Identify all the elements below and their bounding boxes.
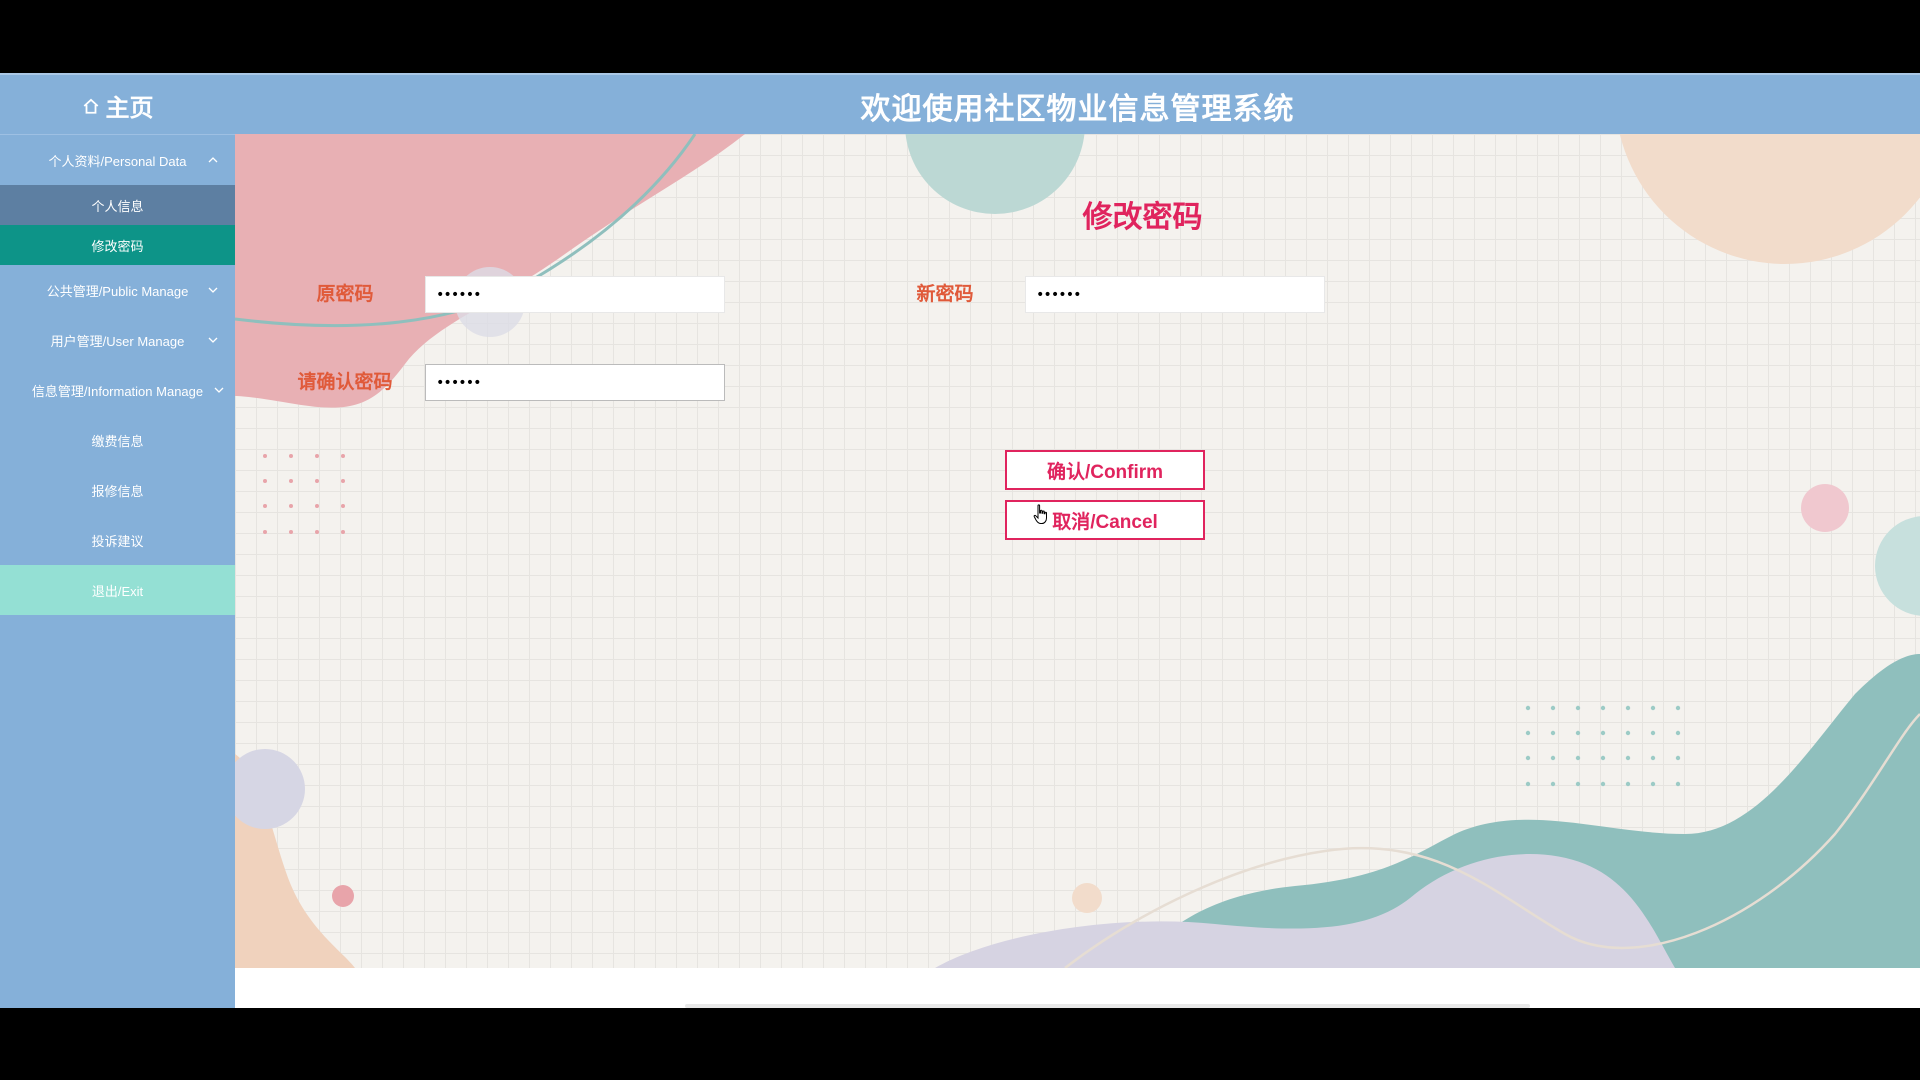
personal-data-submenu: 个人信息 修改密码 [0,185,235,265]
sidebar-item-complaints[interactable]: 投诉建议 [0,515,235,565]
chevron-down-icon [208,287,218,293]
sidebar-subitem-change-password[interactable]: 修改密码 [0,225,235,265]
sidebar-item-public-manage[interactable]: 公共管理/Public Manage [0,265,235,315]
old-password-label: 原密码 [316,283,374,305]
sidebar-subitem-personal-info[interactable]: 个人信息 [0,185,235,225]
sidebar-item-user-manage[interactable]: 用户管理/User Manage [0,315,235,365]
sidebar-item-label: 用户管理/User Manage [50,333,185,349]
home-label: 主页 [105,94,154,122]
content-footer-area [235,968,1920,1008]
sidebar-item-payment-info[interactable]: 缴费信息 [0,415,235,465]
hand-cursor-icon [1033,504,1047,524]
horizontal-scrollbar[interactable] [685,1004,1530,1008]
old-password-input[interactable] [425,276,725,313]
chevron-down-icon [214,387,224,393]
confirm-password-input[interactable] [425,364,725,401]
top-header: 主页 欢迎使用社区物业信息管理系统 [0,73,1920,134]
sidebar-item-exit[interactable]: 退出/Exit [0,565,235,615]
confirm-password-label: 请确认密码 [297,371,393,393]
home-link[interactable]: 主页 [0,75,235,136]
app-viewport: 主页 欢迎使用社区物业信息管理系统 个人资料/Personal Data 个人信… [0,73,1920,1008]
sidebar: 个人资料/Personal Data 个人信息 修改密码 公共管理/Public… [0,134,235,1008]
home-icon [83,98,98,114]
sidebar-item-label: 公共管理/Public Manage [46,283,189,299]
sidebar-item-repair-info[interactable]: 报修信息 [0,465,235,515]
main-content: 修改密码 原密码 新密码 请确认密码 确认/Confirm 取消/Cancel [235,134,1920,968]
new-password-input[interactable] [1025,276,1325,313]
page-title: 修改密码 [1082,200,1203,235]
new-password-label: 新密码 [916,283,974,305]
chevron-up-icon [208,157,218,163]
decorative-background [235,134,1920,968]
sidebar-item-information-manage[interactable]: 信息管理/Information Manage [0,365,235,415]
confirm-button[interactable]: 确认/Confirm [1005,450,1205,490]
app-title: 欢迎使用社区物业信息管理系统 [860,91,1295,127]
chevron-down-icon [208,337,218,343]
sidebar-item-personal-data[interactable]: 个人资料/Personal Data [0,135,235,185]
sidebar-item-label: 信息管理/Information Manage [31,383,204,399]
sidebar-item-label: 个人资料/Personal Data [48,153,187,169]
